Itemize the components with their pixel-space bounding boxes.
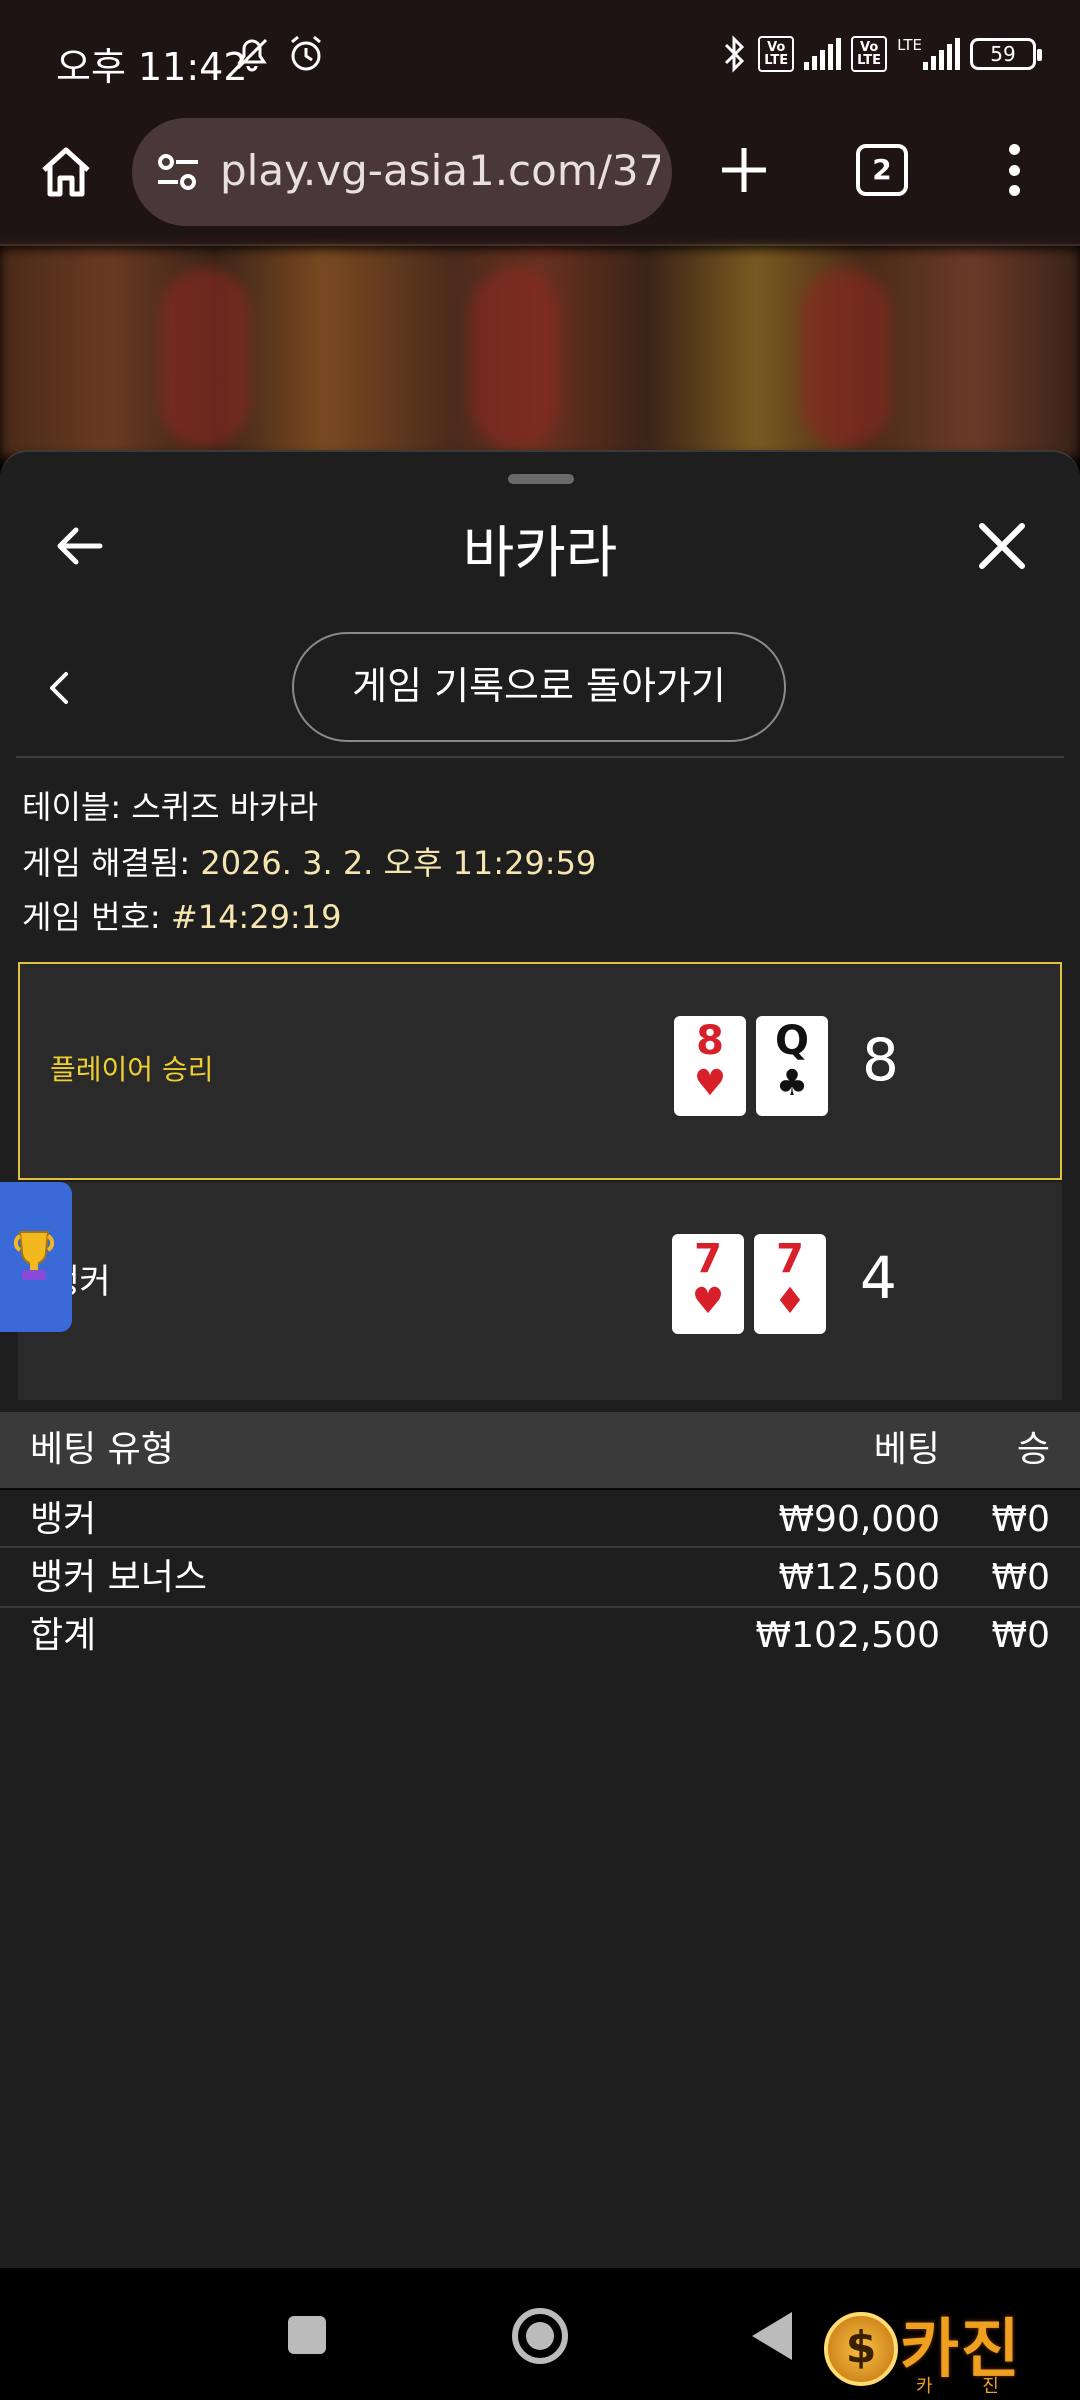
battery-icon: 59 — [970, 38, 1042, 70]
lte-signal-icon: LTE — [897, 38, 960, 70]
site-settings-icon[interactable] — [154, 150, 202, 194]
player-card-1: 8 ♥ — [674, 1016, 746, 1116]
player-result-row: 플레이어 승리 8 ♥ Q ♣ 8 — [18, 962, 1062, 1180]
game-number-info: 게임 번호: #14:29:19 — [22, 892, 341, 938]
home-button[interactable] — [512, 2308, 568, 2364]
table-row: 뱅커 보너스 ₩12,500 ₩0 — [0, 1548, 1080, 1608]
total-win: ₩0 — [991, 1615, 1051, 1656]
sheet-title: 바카라 — [462, 521, 618, 586]
bet-amount: ₩90,000 — [778, 1499, 940, 1540]
trophy-icon — [13, 1231, 55, 1280]
resolved-value: 2026. 3. 2. 오후 11:29:59 — [200, 844, 597, 882]
game-number-value: #14:29:19 — [170, 898, 342, 936]
diamond-suit-icon: ♦ — [773, 1281, 807, 1322]
mute-icon — [236, 38, 268, 72]
back-button[interactable] — [752, 2312, 792, 2360]
history-sheet: 바카라 게임 기록으로 돌아가기 테이블: 스퀴즈 바카라 게임 해결됨: 20… — [0, 450, 1080, 2268]
bet-amount: ₩12,500 — [778, 1557, 940, 1598]
player-card-2: Q ♣ — [756, 1016, 828, 1116]
volte-icon-2: Vo LTE — [851, 36, 888, 72]
status-bar: 오후 11:42 Vo LTE Vo LTE LTE 59 — [0, 0, 1080, 118]
total-label: 합계 — [30, 1615, 97, 1656]
game-background — [0, 248, 1080, 458]
card-rank: Q — [774, 1018, 809, 1064]
banker-card-1: 7 ♥ — [672, 1234, 744, 1334]
alarm-icon — [291, 35, 321, 71]
address-bar[interactable]: play.vg-asia1.com/376 — [132, 118, 672, 226]
player-score: 8 — [862, 1026, 899, 1094]
logo-subtext: 카 진 사 — [916, 2376, 1021, 2397]
status-time: 오후 11:42 — [56, 45, 248, 89]
chevron-left-icon[interactable] — [44, 668, 74, 708]
banker-score: 4 — [860, 1244, 897, 1312]
bets-table: 베팅 유형 베팅 승 뱅커 ₩90,000 ₩0 뱅커 보너스 ₩12,500 … — [0, 1412, 1080, 1668]
header-bet: 베팅 — [873, 1429, 940, 1470]
banker-card-2: 7 ♦ — [754, 1234, 826, 1334]
header-bet-type: 베팅 유형 — [30, 1429, 174, 1470]
browser-toolbar: play.vg-asia1.com/376 2 — [0, 118, 1080, 246]
volte-icon: Vo LTE — [758, 36, 795, 72]
status-left-icons — [232, 34, 326, 74]
coin-icon: $ — [824, 2312, 898, 2386]
status-right-icons: Vo LTE Vo LTE LTE 59 — [720, 34, 1042, 74]
win-amount: ₩0 — [991, 1499, 1051, 1540]
win-amount: ₩0 — [991, 1557, 1051, 1598]
new-tab-icon[interactable] — [712, 138, 776, 202]
tab-switcher-button[interactable]: 2 — [856, 144, 908, 196]
recents-button[interactable] — [288, 2316, 326, 2354]
resolved-info: 게임 해결됨: 2026. 3. 2. 오후 11:29:59 — [22, 838, 596, 884]
bets-table-header: 베팅 유형 베팅 승 — [0, 1412, 1080, 1488]
table-value: 스퀴즈 바카라 — [131, 788, 319, 826]
table-row: 뱅커 ₩90,000 ₩0 — [0, 1488, 1080, 1548]
more-menu-icon[interactable] — [1000, 138, 1028, 202]
close-icon[interactable] — [974, 518, 1030, 574]
url-text: play.vg-asia1.com/376 — [220, 146, 660, 195]
lte-label: LTE — [897, 36, 922, 54]
signal-icon — [804, 38, 842, 70]
watermark-logo: $ 카진사 카 진 사 — [820, 2296, 1070, 2397]
heart-suit-icon: ♥ — [693, 1063, 727, 1104]
table-info: 테이블: 스퀴즈 바카라 — [22, 782, 318, 828]
header-win: 승 — [1016, 1429, 1050, 1470]
card-rank: 8 — [696, 1018, 724, 1064]
divider — [16, 756, 1064, 758]
club-suit-icon: ♣ — [775, 1063, 809, 1104]
total-bet: ₩102,500 — [755, 1615, 940, 1656]
table-key: 테이블: — [22, 788, 122, 826]
card-rank: 7 — [776, 1236, 804, 1282]
back-to-history-button[interactable]: 게임 기록으로 돌아가기 — [292, 632, 786, 742]
player-win-label: 플레이어 승리 — [50, 1053, 214, 1086]
game-number-key: 게임 번호: — [22, 898, 161, 936]
bluetooth-icon — [725, 35, 745, 73]
card-rank: 7 — [694, 1236, 722, 1282]
total-row: 합계 ₩102,500 ₩0 — [0, 1608, 1080, 1668]
bet-type: 뱅커 보너스 — [30, 1557, 208, 1598]
home-icon[interactable] — [36, 142, 96, 202]
sheet-drag-handle[interactable] — [508, 474, 574, 484]
bet-type: 뱅커 — [30, 1499, 97, 1540]
trophy-side-tab[interactable] — [0, 1182, 72, 1332]
banker-result-row: 뱅커 7 ♥ 7 ♦ 4 — [18, 1182, 1062, 1400]
resolved-key: 게임 해결됨: — [22, 844, 191, 882]
heart-suit-icon: ♥ — [691, 1281, 725, 1322]
